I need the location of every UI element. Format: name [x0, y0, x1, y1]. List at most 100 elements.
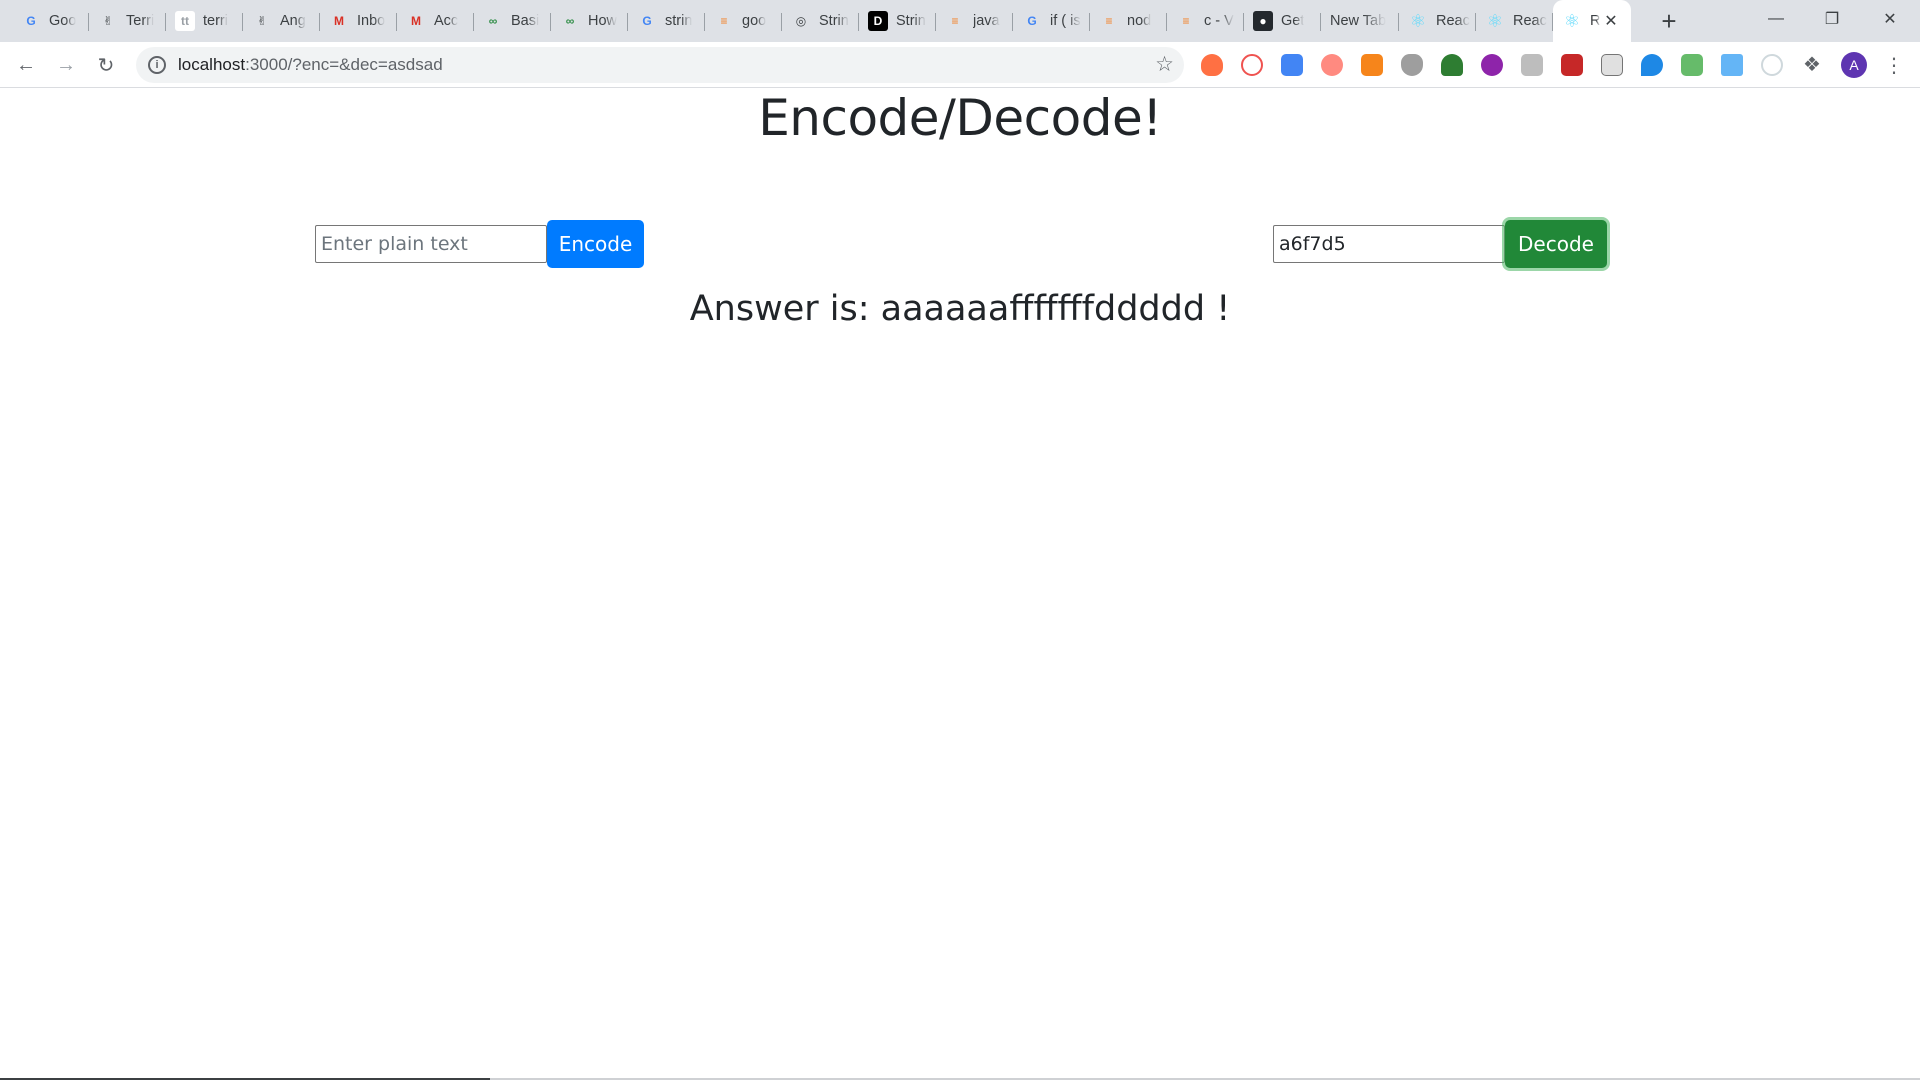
profile-avatar[interactable]: A — [1841, 52, 1867, 78]
react-icon: ⚛ — [1563, 10, 1581, 31]
tab-label: Acc — [434, 13, 459, 29]
extension-record-icon[interactable] — [1321, 54, 1343, 76]
extension-window-icon[interactable] — [1721, 54, 1743, 76]
tab[interactable]: D Strin — [859, 0, 936, 42]
decode-form: Decode — [1273, 220, 1607, 268]
extension-eyedropper-icon[interactable] — [1601, 54, 1623, 76]
tab-label: nod — [1127, 13, 1152, 29]
url-rest: :3000/?enc=&dec=asdsad — [245, 55, 443, 74]
tab[interactable]: ≡ goo — [705, 0, 782, 42]
tab-label: c - V — [1204, 13, 1234, 29]
forward-button[interactable]: → — [52, 51, 80, 79]
tab[interactable]: M Acc — [397, 0, 474, 42]
tab-label: Inbo — [357, 13, 386, 29]
browser-tab-strip: G Goo ✌ Terri tt terri ✌ Ang M Inbo M Acc ∞ Basi ∞ How G… — [0, 0, 1920, 42]
tab[interactable]: ≡ java — [936, 0, 1013, 42]
tab[interactable]: ∞ How — [551, 0, 628, 42]
tab[interactable]: ● Get — [1244, 0, 1321, 42]
extension-metamask-icon[interactable] — [1361, 54, 1383, 76]
tab-label: Basi — [511, 13, 540, 29]
tab-label: Strin — [819, 13, 849, 29]
extension-red-icon[interactable] — [1561, 54, 1583, 76]
tab-label: goo — [742, 13, 767, 29]
encode-button[interactable]: Encode — [547, 220, 644, 268]
github-icon: ● — [1253, 11, 1273, 31]
gmail-icon: M — [334, 14, 344, 28]
tab-label: Reac — [1436, 13, 1470, 29]
tab-label: terri — [203, 13, 228, 29]
tab-label: Strin — [896, 13, 926, 29]
minimize-button[interactable]: — — [1748, 0, 1804, 38]
extension-circle-icon[interactable] — [1761, 54, 1783, 76]
browser-menu-icon[interactable]: ⋮ — [1884, 52, 1904, 78]
tab-label: R — [1590, 13, 1601, 29]
tab-label: java — [973, 13, 1000, 29]
decode-button[interactable]: Decode — [1505, 220, 1607, 268]
tab[interactable]: G Goo — [12, 0, 89, 42]
tt-icon: tt — [175, 11, 195, 31]
extension-purple-icon[interactable] — [1481, 54, 1503, 76]
tab-label: if ( is — [1050, 13, 1081, 29]
extension-fire-icon[interactable] — [1201, 54, 1223, 76]
extension-html-tree-icon[interactable] — [1441, 54, 1463, 76]
tab-active[interactable]: ⚛ R ✕ — [1553, 0, 1631, 42]
google-icon: G — [1027, 14, 1037, 28]
extensions-puzzle-icon[interactable]: ❖ — [1801, 54, 1823, 76]
page-content: Encode/Decode! Encode Decode Answer is: … — [0, 89, 1920, 1080]
tab[interactable]: ⚛ Reac — [1399, 0, 1476, 42]
tab[interactable]: M Inbo — [320, 0, 397, 42]
google-icon: G — [642, 14, 652, 28]
victory-hand-icon: ✌ — [256, 14, 268, 28]
tab-label: Get — [1281, 13, 1305, 29]
tab-label: Ang — [280, 13, 306, 29]
page-title: Encode/Decode! — [758, 89, 1162, 147]
tab-list: G Goo ✌ Terri tt terri ✌ Ang M Inbo M Acc ∞ Basi ∞ How G… — [12, 0, 1631, 42]
tab-close-icon[interactable]: ✕ — [1601, 11, 1621, 31]
close-window-button[interactable]: ✕ — [1862, 0, 1918, 38]
tab-label: Terri — [126, 13, 155, 29]
encode-input[interactable] — [315, 225, 547, 263]
react-icon: ⚛ — [1486, 10, 1504, 31]
geeks-icon: ∞ — [488, 14, 498, 28]
extension-gray-icon[interactable] — [1521, 54, 1543, 76]
extension-shield-icon[interactable] — [1401, 54, 1423, 76]
tab[interactable]: ≡ nod — [1090, 0, 1167, 42]
tab[interactable]: tt terri — [166, 0, 243, 42]
answer-text: Answer is: aaaaaafffffffddddd ! — [689, 289, 1231, 329]
tab[interactable]: ∞ Basi — [474, 0, 551, 42]
stackoverflow-icon: ≡ — [1105, 14, 1113, 28]
stackoverflow-icon: ≡ — [1182, 14, 1190, 28]
browser-toolbar: ← → ↻ i localhost:3000/?enc=&dec=asdsad … — [0, 42, 1920, 88]
extension-translate-icon[interactable] — [1281, 54, 1303, 76]
tab[interactable]: ✌ Ang — [243, 0, 320, 42]
tab-label: Reac — [1513, 13, 1547, 29]
site-info-icon[interactable]: i — [148, 56, 166, 74]
react-icon: ⚛ — [1409, 10, 1427, 31]
reload-button[interactable]: ↻ — [92, 51, 120, 79]
gmail-icon: M — [411, 14, 421, 28]
tab[interactable]: Gstrin — [628, 0, 705, 42]
restore-button[interactable]: ❐ — [1804, 0, 1860, 38]
address-bar[interactable]: i localhost:3000/?enc=&dec=asdsad ☆ — [136, 47, 1184, 83]
extension-green-icon[interactable] — [1681, 54, 1703, 76]
decode-input[interactable] — [1273, 225, 1505, 263]
extension-blocker-icon[interactable] — [1241, 54, 1263, 76]
tab[interactable]: Gif ( is — [1013, 0, 1090, 42]
geeks-icon: ∞ — [565, 14, 575, 28]
tab[interactable]: New Tab — [1321, 0, 1399, 42]
tab[interactable]: ◎ Strin — [782, 0, 859, 42]
url-text: localhost:3000/?enc=&dec=asdsad — [178, 55, 443, 75]
bookmark-star-icon[interactable]: ☆ — [1155, 52, 1174, 77]
tab[interactable]: ✌ Terri — [89, 0, 166, 42]
new-tab-button[interactable]: + — [1655, 6, 1683, 36]
encode-form: Encode — [315, 220, 644, 268]
dev-icon: D — [868, 11, 888, 31]
tab-label: How — [588, 13, 618, 29]
tab[interactable]: ⚛ Reac — [1476, 0, 1553, 42]
globe-icon: ◎ — [795, 14, 807, 28]
extension-blue-drop-icon[interactable] — [1641, 54, 1663, 76]
victory-hand-icon: ✌ — [102, 14, 114, 28]
tab-label: strin — [665, 13, 693, 29]
tab[interactable]: ≡ c - V — [1167, 0, 1244, 42]
back-button[interactable]: ← — [12, 51, 40, 79]
